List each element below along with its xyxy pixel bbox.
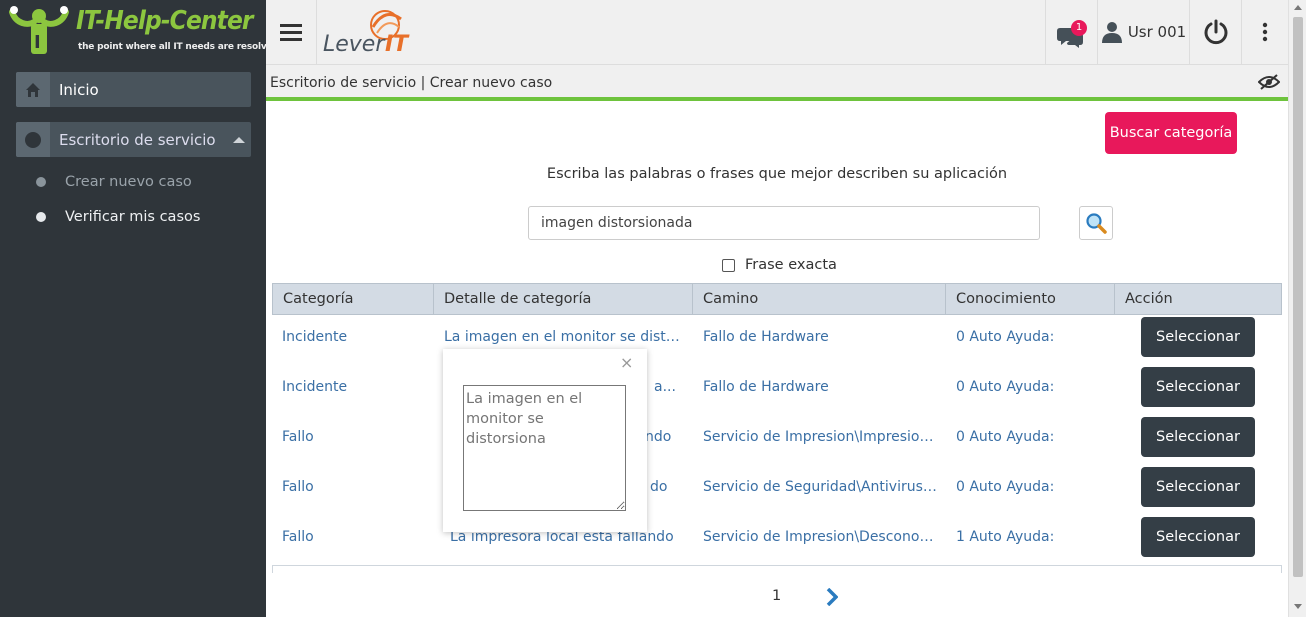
cell-conocimiento[interactable]: 0 Auto Ayuda: [946, 312, 1111, 362]
column-header-detalle[interactable]: Detalle de categoría [433, 284, 693, 314]
circle-icon [16, 122, 50, 157]
search-icon [1086, 213, 1107, 234]
cell-camino[interactable]: Servicio de Impresion\Impresion ... [693, 412, 938, 462]
page-number[interactable]: 1 [772, 588, 781, 604]
exact-phrase-checkbox[interactable] [722, 258, 735, 272]
sidebar-item-escritorio-de-servicio[interactable]: Escritorio de servicio [16, 122, 251, 157]
cell-conocimiento[interactable]: 0 Auto Ayuda: [946, 362, 1111, 412]
sidebar: I IT-Help-Center the point where all IT … [0, 0, 279, 617]
next-page-icon[interactable] [826, 588, 838, 606]
column-header-accion: Acción [1114, 284, 1282, 314]
search-button[interactable] [1079, 206, 1113, 240]
sidebar-item-inicio[interactable]: Inicio [16, 72, 251, 107]
cell-camino[interactable]: Servicio de Impresion\Desconocido [693, 512, 938, 562]
menu-icon [280, 24, 302, 41]
column-header-conocimiento[interactable]: Conocimiento [945, 284, 1114, 314]
scroll-up-arrow-icon[interactable] [1294, 5, 1302, 10]
table-header: Categoría Detalle de categoría Camino Co… [272, 283, 1282, 315]
power-icon [1204, 19, 1227, 45]
column-header-categoria[interactable]: Categoría [272, 284, 434, 314]
notification-badge: 1 [1071, 20, 1087, 36]
sidebar-subitem-label: Crear nuevo caso [65, 174, 192, 190]
exact-phrase-label: Frase exacta [745, 257, 837, 273]
cell-conocimiento[interactable]: 0 Auto Ayuda: [946, 462, 1111, 512]
cell-categoria[interactable]: Fallo [272, 412, 432, 462]
caret-up-icon [233, 137, 245, 143]
more-vertical-icon [1262, 22, 1268, 42]
search-input[interactable] [528, 206, 1040, 240]
seleccionar-button[interactable]: Seleccionar [1141, 317, 1255, 357]
page-scrollbar[interactable] [1288, 0, 1306, 617]
more-options-button[interactable] [1241, 0, 1288, 64]
menu-button[interactable] [266, 0, 316, 64]
cell-categoria[interactable]: Fallo [272, 512, 432, 562]
cell-camino[interactable]: Fallo de Hardware [693, 362, 938, 412]
logo-tagline: the point where all IT needs are resolve… [78, 42, 279, 52]
it-help-center-logo[interactable]: I IT-Help-Center the point where all IT … [8, 4, 279, 60]
column-header-camino[interactable]: Camino [692, 284, 945, 314]
svg-text:IT: IT [385, 32, 410, 57]
logout-button[interactable] [1189, 0, 1241, 64]
breadcrumb-text: Escritorio de servicio | Crear nuevo cas… [270, 75, 553, 91]
table-row: Fallo La impresora local esta fallando S… [272, 512, 1282, 562]
svg-text:Lever: Lever [323, 32, 386, 57]
logo-figure-icon: I [9, 6, 69, 54]
detail-popover: × [443, 349, 647, 532]
sidebar-item-label: Inicio [59, 80, 99, 99]
chat-button[interactable]: 1 [1045, 0, 1097, 64]
sidebar-subitem-verificar-mis-casos[interactable]: Verificar mis casos [36, 209, 200, 225]
cell-camino[interactable]: Fallo de Hardware [693, 312, 938, 362]
leverit-logo-icon: Lever IT [323, 10, 410, 57]
user-icon [1101, 22, 1122, 43]
seleccionar-button[interactable]: Seleccionar [1141, 467, 1255, 507]
eye-slash-icon[interactable] [1258, 74, 1280, 90]
table-row: Incidente a... Fallo de Hardware 0 Auto … [272, 362, 1282, 412]
table-row: Incidente La imagen en el monitor se dis… [272, 312, 1282, 362]
seleccionar-button[interactable]: Seleccionar [1141, 417, 1255, 457]
detail-textarea[interactable] [463, 385, 626, 511]
logo-title: IT-Help-Center [76, 6, 253, 36]
cell-detalle[interactable]: a... [644, 362, 684, 412]
scroll-down-arrow-icon[interactable] [1294, 604, 1302, 609]
cell-conocimiento[interactable]: 1 Auto Ayuda: [946, 512, 1111, 562]
search-instruction: Escriba las palabras o frases que mejor … [546, 166, 1008, 182]
user-menu-button[interactable]: Usr 001 [1097, 0, 1189, 64]
table-row: Fallo do Servicio de Seguridad\Antivirus… [272, 462, 1282, 512]
top-bar: Lever IT 1 Usr 001 [266, 0, 1288, 65]
user-name: Usr 001 [1127, 23, 1187, 41]
sidebar-subitem-crear-nuevo-caso[interactable]: Crear nuevo caso [36, 174, 192, 190]
table-row: Fallo ndo Servicio de Impresion\Impresio… [272, 412, 1282, 462]
scrollbar-thumb[interactable] [1293, 17, 1303, 577]
seleccionar-button[interactable]: Seleccionar [1141, 517, 1255, 557]
cell-camino[interactable]: Servicio de Seguridad\Antivirus\P... [693, 462, 938, 512]
close-icon[interactable]: × [620, 353, 633, 372]
cell-categoria[interactable]: Fallo [272, 462, 432, 512]
svg-text:I: I [34, 32, 41, 53]
home-icon [16, 72, 50, 107]
buscar-categoria-button[interactable]: Buscar categoría [1105, 112, 1237, 154]
bullet-icon [36, 177, 46, 187]
breadcrumb: Escritorio de servicio | Crear nuevo cas… [266, 65, 1288, 101]
cell-conocimiento[interactable]: 0 Auto Ayuda: [946, 412, 1111, 462]
cell-categoria[interactable]: Incidente [272, 362, 432, 412]
leverit-logo[interactable]: Lever IT [316, 0, 416, 64]
cell-categoria[interactable]: Incidente [272, 312, 432, 362]
sidebar-item-label: Escritorio de servicio [59, 130, 216, 149]
bullet-icon [36, 212, 46, 222]
exact-phrase-option[interactable]: Frase exacta [722, 257, 837, 273]
sidebar-subitem-label: Verificar mis casos [65, 209, 201, 225]
seleccionar-button[interactable]: Seleccionar [1141, 367, 1255, 407]
table-horizontal-scrollbar[interactable] [272, 565, 1282, 573]
